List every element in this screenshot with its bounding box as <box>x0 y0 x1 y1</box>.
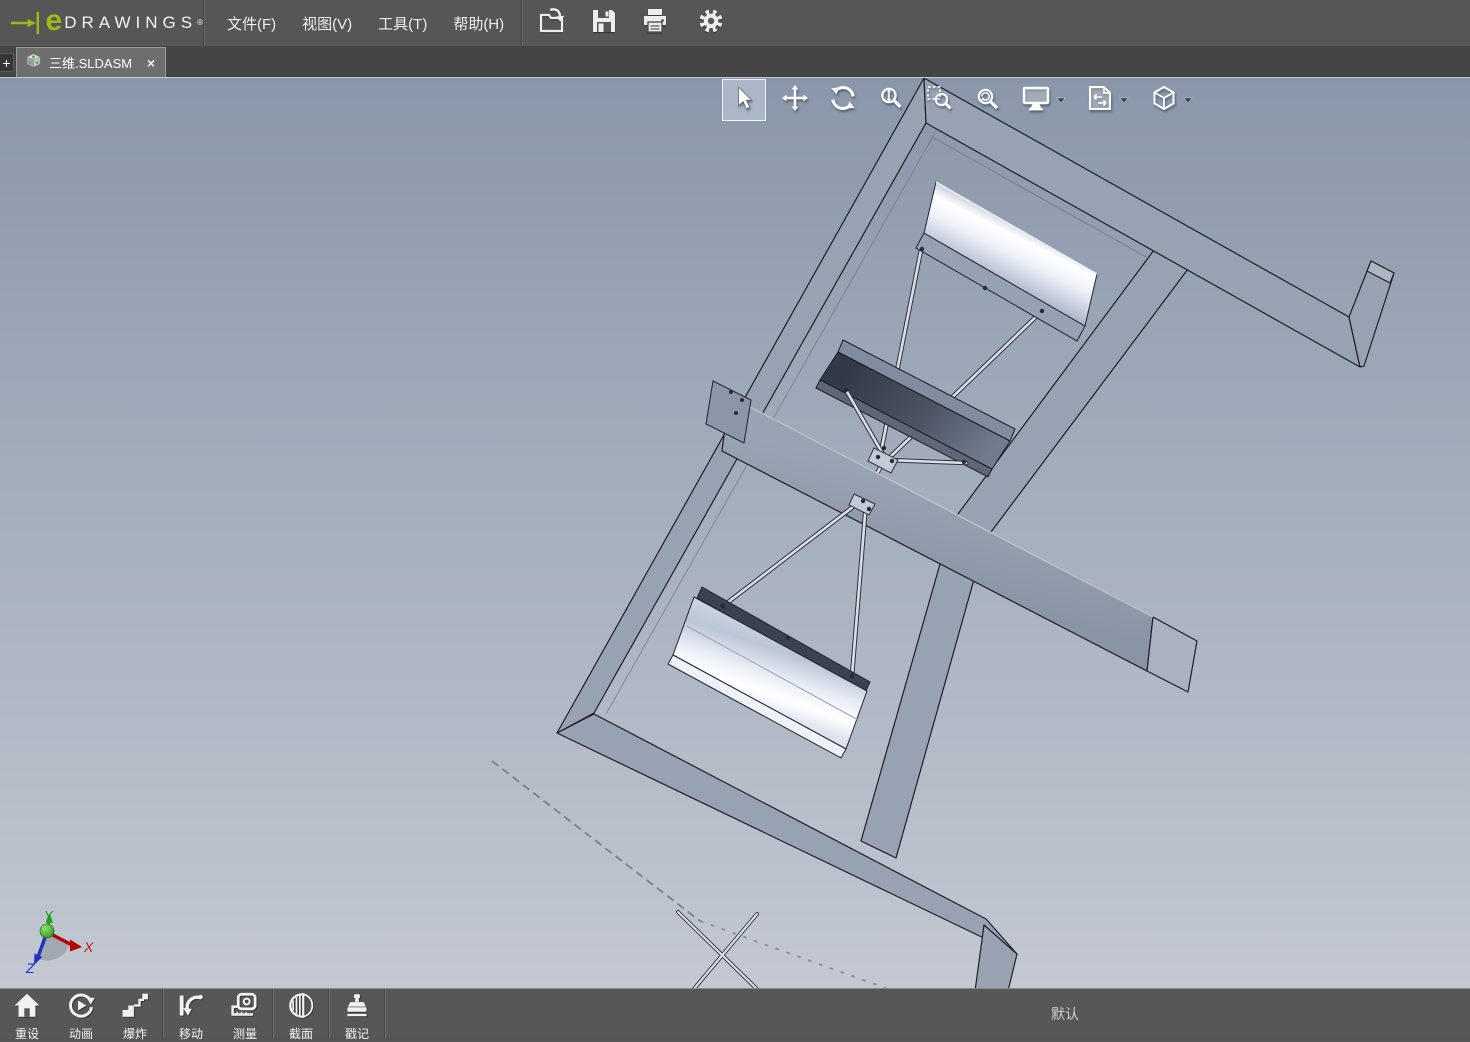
brand-name: DRAWINGS <box>64 13 198 32</box>
explode-button[interactable]: 爆炸 <box>108 989 162 1041</box>
pan-icon <box>781 84 809 117</box>
zoom-button[interactable] <box>867 80 915 120</box>
edrawings-arrow-icon <box>10 11 40 35</box>
reset-button[interactable]: 重设 <box>0 989 54 1041</box>
rotate-icon <box>828 84 858 117</box>
settings-button[interactable] <box>696 8 726 38</box>
animation-button[interactable]: 动画 <box>54 989 108 1041</box>
tab-close-icon[interactable]: × <box>144 55 158 71</box>
settings-icon <box>696 6 726 41</box>
new-tab-button[interactable]: + <box>0 53 14 72</box>
fullscreen-group <box>1011 80 1075 120</box>
zoom-fit-button[interactable] <box>963 80 1011 120</box>
stamp-icon <box>342 992 372 1024</box>
animation-icon <box>66 992 96 1024</box>
stamp-button[interactable]: 戳记 <box>330 989 384 1041</box>
rotate-button[interactable] <box>819 80 867 120</box>
toolbar-separator <box>384 989 386 1038</box>
zoom-fit-icon <box>973 84 1001 117</box>
move-icon <box>176 992 206 1024</box>
quick-action-toolbar <box>538 7 726 40</box>
select-button[interactable] <box>722 79 766 121</box>
view-orientation-icon[interactable] <box>1150 84 1178 117</box>
print-icon <box>641 7 669 40</box>
zoom-area-icon <box>925 84 953 117</box>
brand-registered-mark: ® <box>197 18 203 27</box>
fullscreen-icon[interactable] <box>1021 84 1051 117</box>
menu-tools[interactable]: 工具(T) <box>365 7 440 40</box>
drawing-sheet-group <box>1075 80 1139 120</box>
z-axis-label: Z <box>25 960 35 976</box>
view-orientation-group <box>1139 80 1203 120</box>
configuration-label: 默认 <box>1051 1006 1079 1022</box>
menu-bar: e DRAWINGS ® 文件(F) 视图(V) 工具(T) 帮助(H) <box>0 0 1470 46</box>
menu-view[interactable]: 视图(V) <box>289 7 365 40</box>
select-arrow-icon <box>731 85 757 116</box>
x-axis-label: X <box>83 939 94 955</box>
drawing-sheet-dropdown-caret[interactable] <box>1118 91 1129 109</box>
bottom-toolbar: 重设 动画 爆炸 移动 测量 截面 戳记 默认 <box>0 988 1470 1041</box>
home-icon <box>12 992 42 1024</box>
menu-file[interactable]: 文件(F) <box>214 7 289 40</box>
menu-help[interactable]: 帮助(H) <box>440 7 517 40</box>
zoom-area-button[interactable] <box>915 80 963 120</box>
triad-origin-ball <box>39 923 55 939</box>
drawing-sheet-icon[interactable] <box>1086 84 1114 117</box>
pan-button[interactable] <box>771 80 819 120</box>
tab-3d-sldasm[interactable]: 三维.SLDASM × <box>16 47 166 77</box>
viewport: X Y Z <box>0 77 1470 988</box>
3d-viewport-canvas[interactable]: X Y Z <box>0 77 1470 988</box>
measure-icon <box>230 992 260 1024</box>
open-button[interactable] <box>538 7 568 40</box>
assembly-icon <box>24 53 43 73</box>
view-toolbar <box>722 79 1203 121</box>
measure-button[interactable]: 测量 <box>218 989 272 1041</box>
menubar-separator <box>521 0 523 46</box>
open-icon <box>538 7 568 40</box>
save-icon <box>590 7 618 40</box>
y-axis-label: Y <box>44 908 54 923</box>
explode-icon <box>120 992 150 1024</box>
move-button[interactable]: 移动 <box>164 989 218 1041</box>
viewport-background <box>0 78 1470 988</box>
section-icon <box>286 992 316 1024</box>
tab-title: 三维.SLDASM <box>49 56 133 71</box>
print-button[interactable] <box>640 8 670 38</box>
fullscreen-dropdown-caret[interactable] <box>1055 91 1066 109</box>
brand-e: e <box>45 4 63 37</box>
save-button[interactable] <box>589 8 619 38</box>
zoom-icon <box>877 84 905 117</box>
menu-items: 文件(F) 视图(V) 工具(T) 帮助(H) <box>214 7 517 40</box>
section-button[interactable]: 截面 <box>274 989 328 1041</box>
edrawings-logo: e DRAWINGS ® <box>0 0 204 46</box>
view-orientation-dropdown-caret[interactable] <box>1182 91 1193 109</box>
tab-bar: + 三维.SLDASM × <box>0 46 1470 77</box>
